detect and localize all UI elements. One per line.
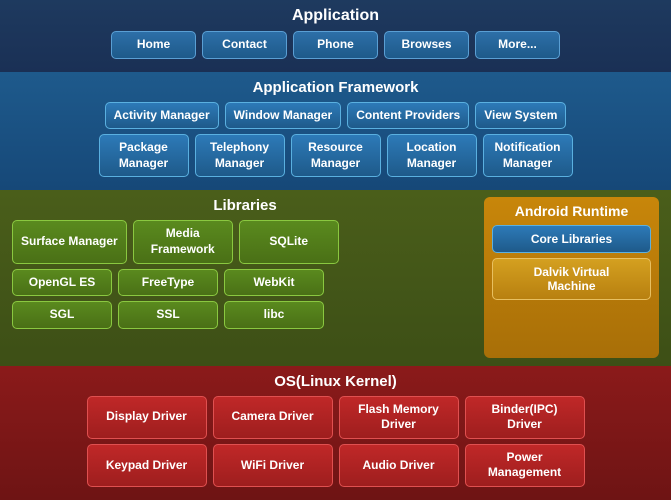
libraries-row1: Surface Manager Media Framework SQLite <box>12 220 339 263</box>
btn-display-driver[interactable]: Display Driver <box>87 396 207 439</box>
framework-title: Application Framework <box>253 79 419 96</box>
btn-resource-manager[interactable]: Resource Manager <box>291 134 381 177</box>
btn-flash-memory-driver[interactable]: Flash Memory Driver <box>339 396 459 439</box>
btn-more[interactable]: More... <box>475 31 560 59</box>
btn-contact[interactable]: Contact <box>202 31 287 59</box>
btn-audio-driver[interactable]: Audio Driver <box>339 444 459 487</box>
libraries-left: Libraries Surface Manager Media Framewor… <box>12 197 478 357</box>
btn-core-libraries[interactable]: Core Libraries <box>492 225 651 253</box>
btn-browses[interactable]: Browses <box>384 31 469 59</box>
btn-activity-manager[interactable]: Activity Manager <box>105 102 219 130</box>
application-title: Application <box>292 7 379 25</box>
btn-ssl[interactable]: SSL <box>118 301 218 329</box>
btn-webkit[interactable]: WebKit <box>224 269 324 297</box>
libraries-row3: SGL SSL libc <box>12 301 324 329</box>
libraries-row2: OpenGL ES FreeType WebKit <box>12 269 324 297</box>
framework-row1: Activity Manager Window Manager Content … <box>105 102 567 130</box>
btn-notification-manager[interactable]: Notification Manager <box>483 134 573 177</box>
btn-media-framework[interactable]: Media Framework <box>133 220 233 263</box>
btn-home[interactable]: Home <box>111 31 196 59</box>
btn-sgl[interactable]: SGL <box>12 301 112 329</box>
btn-keypad-driver[interactable]: Keypad Driver <box>87 444 207 487</box>
btn-power-management[interactable]: Power Management <box>465 444 585 487</box>
runtime-title: Android Runtime <box>515 203 629 219</box>
framework-section: Application Framework Activity Manager W… <box>0 72 671 191</box>
btn-sqlite[interactable]: SQLite <box>239 220 339 263</box>
btn-content-providers[interactable]: Content Providers <box>347 102 469 130</box>
btn-libc[interactable]: libc <box>224 301 324 329</box>
btn-surface-manager[interactable]: Surface Manager <box>12 220 127 263</box>
btn-view-system[interactable]: View System <box>475 102 566 130</box>
os-section: OS(Linux Kernel) Display Driver Camera D… <box>0 366 671 500</box>
btn-opengl-es[interactable]: OpenGL ES <box>12 269 112 297</box>
libraries-runtime-section: Libraries Surface Manager Media Framewor… <box>0 190 671 365</box>
btn-camera-driver[interactable]: Camera Driver <box>213 396 333 439</box>
btn-wifi-driver[interactable]: WiFi Driver <box>213 444 333 487</box>
android-runtime-section: Android Runtime Core Libraries Dalvik Vi… <box>484 197 659 357</box>
btn-window-manager[interactable]: Window Manager <box>225 102 342 130</box>
framework-row2: Package Manager Telephony Manager Resour… <box>99 134 573 177</box>
btn-freetype[interactable]: FreeType <box>118 269 218 297</box>
os-title: OS(Linux Kernel) <box>274 373 397 390</box>
btn-phone[interactable]: Phone <box>293 31 378 59</box>
application-section: Application Home Contact Phone Browses M… <box>0 0 671 72</box>
os-row1: Display Driver Camera Driver Flash Memor… <box>87 396 585 439</box>
btn-telephony-manager[interactable]: Telephony Manager <box>195 134 285 177</box>
application-btn-row: Home Contact Phone Browses More... <box>111 31 560 59</box>
libraries-title: Libraries <box>12 197 478 214</box>
btn-dalvik-vm[interactable]: Dalvik Virtual Machine <box>492 258 651 300</box>
btn-package-manager[interactable]: Package Manager <box>99 134 189 177</box>
btn-location-manager[interactable]: Location Manager <box>387 134 477 177</box>
btn-binder-driver[interactable]: Binder(IPC) Driver <box>465 396 585 439</box>
main-container: Application Home Contact Phone Browses M… <box>0 0 671 500</box>
os-row2: Keypad Driver WiFi Driver Audio Driver P… <box>87 444 585 487</box>
